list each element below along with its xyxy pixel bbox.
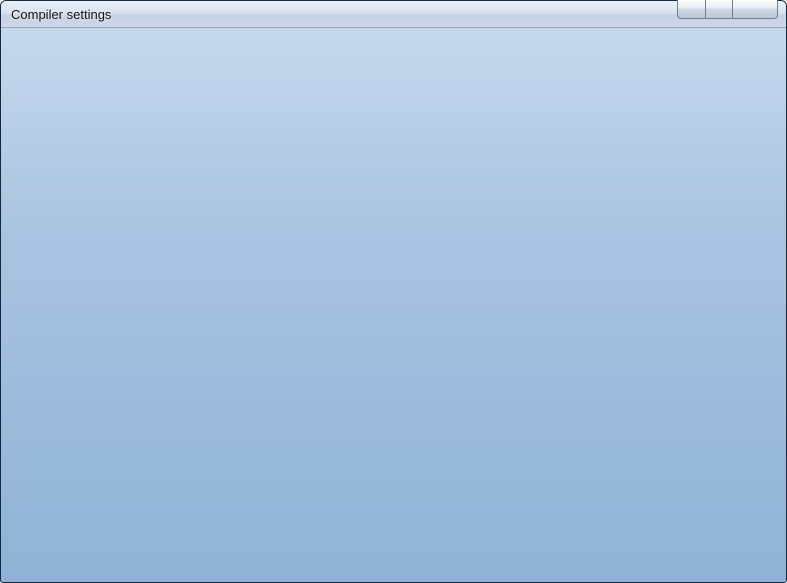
close-button[interactable]	[733, 0, 778, 19]
window-frame	[0, 0, 787, 583]
compiler-settings-dialog: Compiler settings Global compiler settin…	[0, 0, 787, 583]
maximize-button[interactable]	[706, 0, 733, 19]
window-title: Compiler settings	[11, 7, 111, 22]
window-titlebar: Compiler settings	[1, 1, 786, 28]
minimize-button[interactable]	[677, 0, 706, 19]
window-controls	[677, 0, 778, 19]
